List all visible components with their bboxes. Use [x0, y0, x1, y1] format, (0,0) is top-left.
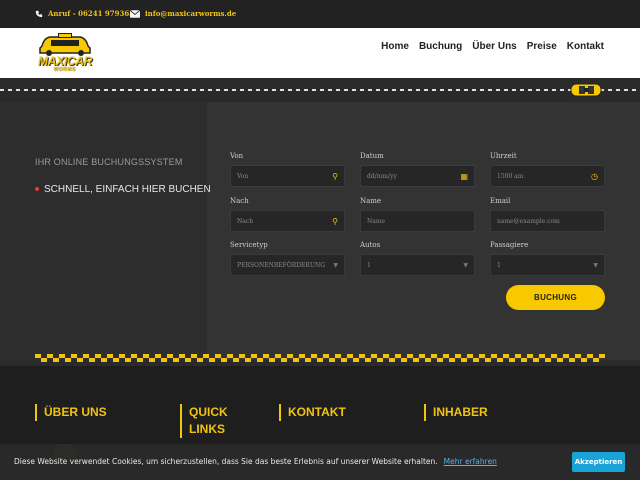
cookie-message: Diese Website verwendet Cookies, um sich… [14, 457, 497, 466]
phone-contact[interactable]: Anruf - 06241 9793636 [35, 9, 139, 18]
map-pin-icon: ⚲ [332, 216, 338, 226]
footer-col-ueber-uns: ÜBER UNS [35, 404, 107, 421]
footer-heading-kontakt: KONTAKT [288, 405, 346, 419]
map-pin-icon: ⚲ [332, 171, 338, 181]
name-label: Name [360, 197, 382, 205]
footer-col-inhaber: INHABER [424, 404, 488, 421]
footer-heading-links: LINKS [189, 422, 225, 436]
site-logo[interactable]: MAXICAR WORMS [36, 32, 94, 74]
datum-input[interactable]: dd/mm/yy ▦ [360, 165, 475, 187]
nach-placeholder: Nach [237, 217, 254, 225]
email-label: Email [490, 197, 511, 205]
bullet-dot-icon [35, 187, 39, 191]
uhrzeit-input[interactable]: 1500 am ◷ [490, 165, 605, 187]
servicetyp-value: PERSONENBEFÖRDERUNG [237, 261, 326, 269]
footer-col-kontakt: KONTAKT [279, 404, 346, 421]
booking-intro-panel [0, 102, 207, 360]
footer-heading-inhaber: INHABER [433, 405, 488, 419]
cookie-message-text: Diese Website verwendet Cookies, um sich… [14, 457, 438, 466]
top-bar: Anruf - 06241 9793636 info@maxicarworms.… [0, 0, 640, 28]
uhrzeit-value: 1500 am [497, 172, 524, 180]
von-label: Von [230, 152, 244, 160]
chevron-down-icon: ▼ [593, 261, 598, 269]
taxi-icon [570, 83, 602, 97]
calendar-icon: ▦ [460, 171, 468, 181]
nav-buchung[interactable]: Buchung [419, 40, 462, 54]
passagiere-value: 1 [497, 261, 501, 269]
footer-col-quick-links: QUICK LINKS [180, 404, 228, 438]
main-nav: Home Buchung Über Uns Preise Kontakt [381, 40, 604, 54]
nav-ueber-uns[interactable]: Über Uns [472, 40, 516, 54]
autos-select[interactable]: 1 ▼ [360, 254, 475, 276]
phone-text: Anruf - 06241 9793636 [48, 9, 139, 18]
cookie-banner: Diese Website verwendet Cookies, um sich… [0, 444, 640, 480]
car-logo-icon [39, 33, 91, 56]
nach-input[interactable]: Nach ⚲ [230, 210, 345, 232]
passagiere-label: Passagiere [490, 241, 529, 249]
booking-section: IHR ONLINE BUCHUNGSSYSTEM SCHNELL, EINFA… [0, 102, 640, 360]
road-divider [0, 78, 640, 102]
nach-label: Nach [230, 197, 249, 205]
autos-value: 1 [367, 261, 371, 269]
email-placeholder: name@example.com [497, 217, 560, 225]
email-text: info@maxicarworms.de [145, 9, 237, 18]
datum-label: Datum [360, 152, 384, 160]
email-input[interactable]: name@example.com [490, 210, 605, 232]
von-placeholder: Von [237, 172, 249, 180]
chevron-down-icon: ▼ [463, 261, 468, 269]
checker-divider [0, 350, 640, 366]
servicetyp-label: Servicetyp [230, 241, 268, 249]
cookie-more-link[interactable]: Mehr erfahren [444, 457, 497, 466]
booking-subtitle-text: SCHNELL, EINFACH HIER BUCHEN [44, 183, 211, 195]
clock-icon: ◷ [591, 171, 598, 181]
nav-home[interactable]: Home [381, 40, 409, 54]
name-input[interactable]: Name [360, 210, 475, 232]
logo-subtext: WORMS [53, 67, 77, 73]
cookie-accept-button[interactable]: Akzeptieren [572, 452, 625, 472]
site-header: MAXICAR WORMS Home Buchung Über Uns Prei… [0, 28, 640, 78]
nav-preise[interactable]: Preise [527, 40, 557, 54]
name-placeholder: Name [367, 217, 386, 225]
email-contact[interactable]: info@maxicarworms.de [130, 9, 236, 18]
booking-subtitle: SCHNELL, EINFACH HIER BUCHEN [35, 182, 213, 196]
uhrzeit-label: Uhrzeit [490, 152, 517, 160]
autos-label: Autos [360, 241, 381, 249]
phone-icon [35, 10, 43, 17]
chevron-down-icon: ▼ [333, 261, 338, 269]
datum-placeholder: dd/mm/yy [367, 172, 397, 180]
nav-kontakt[interactable]: Kontakt [567, 40, 604, 54]
footer-heading-quick: QUICK [189, 405, 228, 419]
buchung-submit-button[interactable]: BUCHUNG [506, 285, 605, 310]
servicetyp-select[interactable]: PERSONENBEFÖRDERUNG ▼ [230, 254, 345, 276]
booking-title: IHR ONLINE BUCHUNGSSYSTEM [35, 157, 183, 167]
von-input[interactable]: Von ⚲ [230, 165, 345, 187]
road-dashes [0, 89, 640, 91]
passagiere-select[interactable]: 1 ▼ [490, 254, 605, 276]
envelope-icon [130, 9, 140, 18]
checker-row-bottom [41, 358, 605, 362]
footer-heading-ueber-uns: ÜBER UNS [44, 405, 107, 419]
logo-wordmark: MAXICAR [38, 54, 92, 68]
